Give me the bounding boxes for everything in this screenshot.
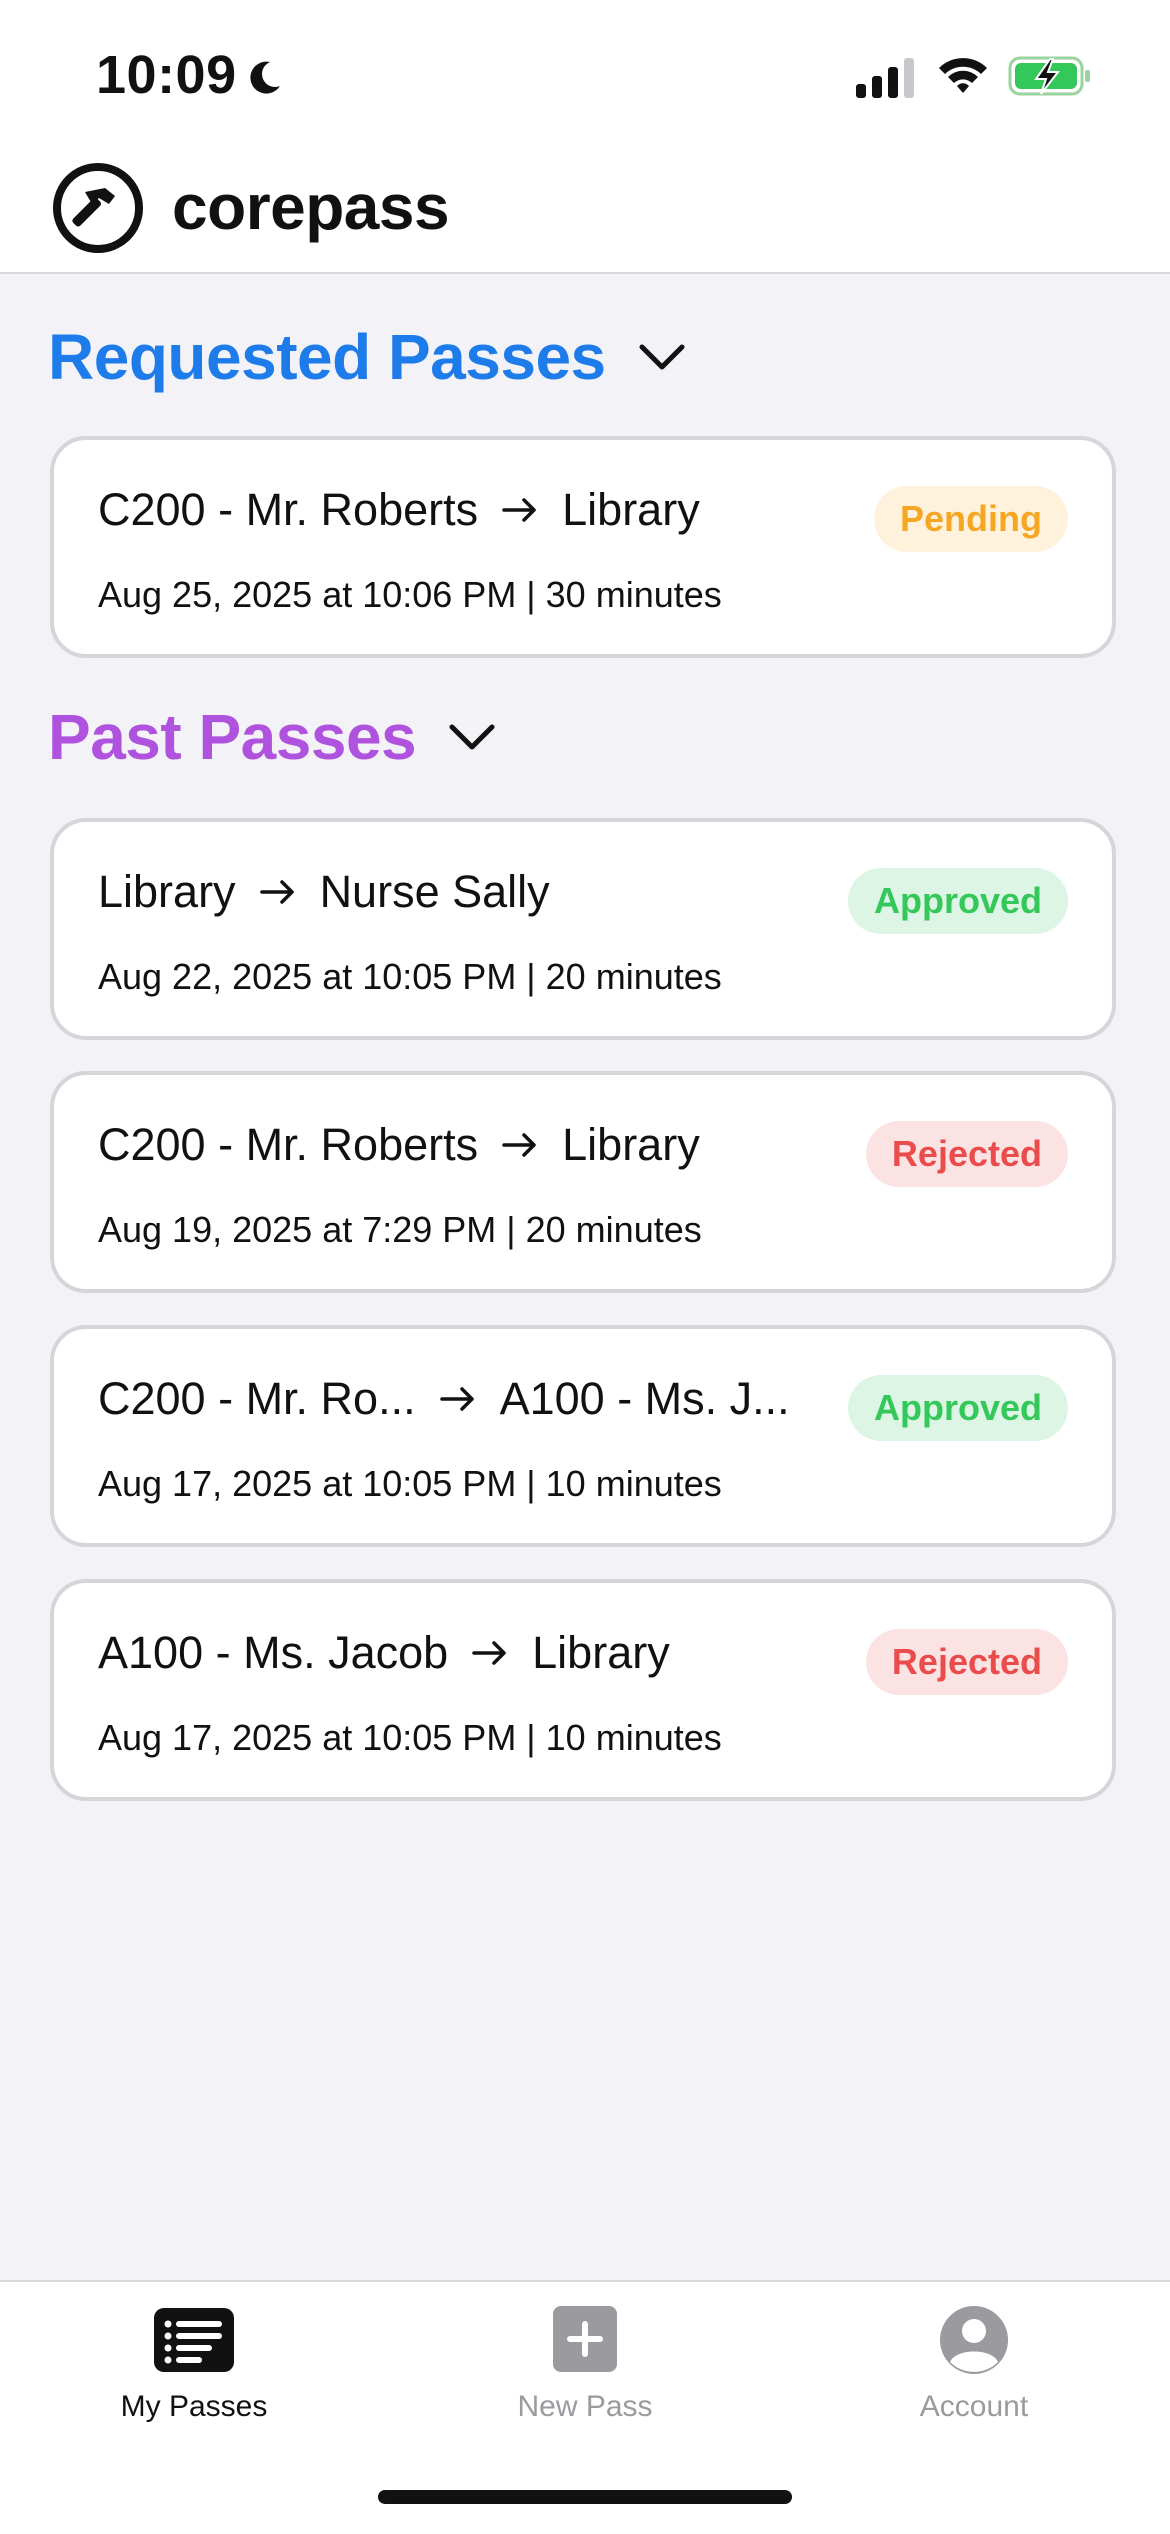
pass-card[interactable]: Library Nurse Sally Aug 22, 2025 at 10:0… xyxy=(50,818,1116,1040)
pass-destination: Library xyxy=(532,1627,670,1678)
cellular-signal-icon xyxy=(856,58,914,98)
wifi-icon xyxy=(939,58,987,93)
arrow-right-icon xyxy=(259,880,294,904)
pass-meta: Aug 19, 2025 at 7:29 PM | 20 minutes xyxy=(98,1209,702,1250)
tab-label: My Passes xyxy=(120,2390,268,2423)
pass-route: C200 - Mr. Roberts Library xyxy=(98,484,700,536)
pass-route: C200 - Mr. Roberts Library xyxy=(98,1119,700,1171)
pass-origin: A100 - Ms. Jacob xyxy=(98,1627,449,1678)
pass-route: C200 - Mr. Ro... A100 - Ms. J... xyxy=(98,1373,790,1425)
home-indicator[interactable] xyxy=(378,2490,792,2504)
app-header: corepass xyxy=(0,150,1170,274)
pass-card[interactable]: C200 - Mr. Ro... A100 - Ms. J... Aug 17,… xyxy=(50,1325,1116,1547)
status-bar: 10:09 xyxy=(0,0,1170,150)
tab-label: New Pass xyxy=(517,2390,653,2423)
arrow-right-icon xyxy=(439,1387,474,1411)
pass-card[interactable]: C200 - Mr. Roberts Library Aug 25, 2025 … xyxy=(50,436,1116,658)
chevron-down-icon[interactable] xyxy=(448,721,496,753)
tab-my-passes[interactable]: My Passes xyxy=(64,2304,324,2424)
pass-origin: C200 - Mr. Ro... xyxy=(98,1373,416,1424)
pass-meta: Aug 17, 2025 at 10:05 PM | 10 minutes xyxy=(98,1463,722,1504)
list-icon xyxy=(154,2308,234,2372)
pass-origin: C200 - Mr. Roberts xyxy=(98,484,479,535)
pass-route: Library Nurse Sally xyxy=(98,866,550,918)
pass-destination: A100 - Ms. J... xyxy=(499,1373,790,1424)
requested-passes-header[interactable]: Requested Passes xyxy=(48,320,686,394)
arrow-right-icon xyxy=(502,1133,536,1157)
person-circle-icon xyxy=(940,2306,1008,2374)
pass-destination: Library xyxy=(562,484,700,535)
app-title: corepass xyxy=(172,171,450,243)
battery-charging-icon xyxy=(1008,56,1090,96)
pass-meta: Aug 25, 2025 at 10:06 PM | 30 minutes xyxy=(98,574,722,615)
pass-origin: Library xyxy=(98,866,236,917)
hammer-logo-icon xyxy=(53,163,143,253)
moon-icon xyxy=(250,61,280,94)
chevron-down-icon[interactable] xyxy=(638,341,686,373)
status-badge: Approved xyxy=(847,1375,1068,1441)
pass-card[interactable]: A100 - Ms. Jacob Library Aug 17, 2025 at… xyxy=(50,1579,1116,1801)
status-time: 10:09 xyxy=(96,45,237,105)
pass-destination: Library xyxy=(562,1119,700,1170)
tab-account[interactable]: Account xyxy=(844,2304,1104,2424)
arrow-right-icon xyxy=(502,498,536,522)
past-passes-title: Past Passes xyxy=(48,701,417,773)
pass-card[interactable]: C200 - Mr. Roberts Library Aug 19, 2025 … xyxy=(50,1071,1116,1293)
plus-square-icon xyxy=(553,2306,617,2372)
status-badge: Rejected xyxy=(865,1629,1068,1695)
pass-meta: Aug 17, 2025 at 10:05 PM | 10 minutes xyxy=(98,1717,722,1758)
arrow-right-icon xyxy=(472,1641,506,1665)
status-badge: Pending xyxy=(874,486,1068,552)
tab-label: Account xyxy=(919,2390,1029,2423)
tab-new-pass[interactable]: New Pass xyxy=(455,2304,715,2424)
pass-destination: Nurse Sally xyxy=(319,866,550,917)
past-passes-header[interactable]: Past Passes xyxy=(48,700,496,774)
pass-meta: Aug 22, 2025 at 10:05 PM | 20 minutes xyxy=(98,956,722,997)
pass-route: A100 - Ms. Jacob Library xyxy=(98,1627,670,1679)
pass-origin: C200 - Mr. Roberts xyxy=(98,1119,479,1170)
requested-passes-title: Requested Passes xyxy=(48,321,606,393)
status-badge: Rejected xyxy=(865,1121,1068,1187)
status-badge: Approved xyxy=(847,868,1068,934)
